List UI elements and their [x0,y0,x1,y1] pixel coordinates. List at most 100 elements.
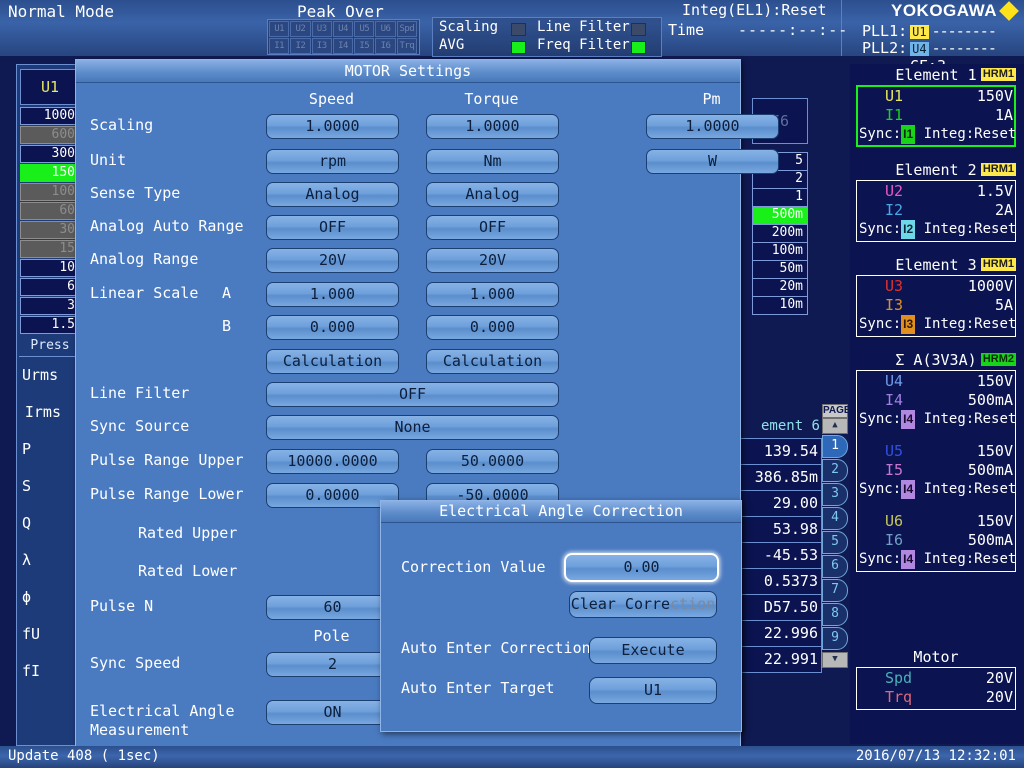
measurement-value: -45.53 [739,543,821,569]
sigma-element-4-current-value: 500mA [968,391,1013,410]
element-box-3[interactable]: Element 3HRM1U31000VI35ASync:I3 Integ:Re… [856,256,1016,337]
field-analog-auto-range-speed[interactable]: OFF [266,215,399,240]
field-b-torque[interactable]: 0.000 [426,315,559,340]
field-scaling-speed[interactable]: 1.0000 [266,114,399,139]
sigma-element-5-current-label: I5 [859,461,903,480]
field-sense-type-torque[interactable]: Analog [426,182,559,207]
peak-over-cell: U6 [375,21,395,37]
range-option-60[interactable]: 60 [20,202,80,220]
field-unit-pm[interactable]: W [646,149,779,174]
motor-summary-title: Motor [856,648,1016,667]
sigma-element-4-sync: Sync:I4 Integ:Reset [859,410,1013,429]
range-option-1.5[interactable]: 1.5 [20,316,80,334]
left-channel-label: U1 [20,69,80,105]
peak-over-cell: U5 [354,21,374,37]
range-option-15[interactable]: 15 [20,240,80,258]
execute-button[interactable]: Execute [589,637,717,664]
range-option-100[interactable]: 100 [20,183,80,201]
field-pulse-range-upper-torque[interactable]: 50.0000 [426,449,559,474]
field-analog-range-speed[interactable]: 20V [266,248,399,273]
mid-range-option-1[interactable]: 1 [753,189,807,207]
element-1-current: I11A [859,106,1013,125]
motor-speed: Spd20V [859,669,1013,688]
range-option-150[interactable]: 150 [20,164,80,182]
field-sense-type-speed[interactable]: Analog [266,182,399,207]
element-3-sync-integ: Integ:Reset [915,316,1016,332]
harmonics-badge: HRM1 [981,163,1016,176]
left-range-column: U1 100060030015010060301510631.5 Press U… [16,64,84,746]
field-pulse-range-upper-speed[interactable]: 10000.0000 [266,449,399,474]
field-analog-auto-range-torque[interactable]: OFF [426,215,559,240]
mid-range-option-500m[interactable]: 500m [753,207,807,225]
sigma-element-4-sync-tag: I4 [901,410,915,429]
element-settings-panel: Element 1HRM1U1150VI11ASync:I1 Integ:Res… [850,64,1024,744]
page-scroll-up-icon[interactable]: ▲ [822,418,848,434]
page-tab-5[interactable]: 5 [822,531,848,554]
element-box-2[interactable]: Element 2HRM1U21.5VI22ASync:I2 Integ:Res… [856,161,1016,242]
row-sublabel-A: A [222,284,231,302]
scaling-label: Scaling [439,19,498,35]
page-tab-3[interactable]: 3 [822,483,848,506]
page-tab-strip[interactable]: PAGE ▲ 123456789 ▼ [822,404,848,668]
auto-enter-target-button[interactable]: U1 [589,677,717,704]
mid-range-option-200m[interactable]: 200m [753,225,807,243]
row-label-pulse-range-lower: Pulse Range Lower [90,485,244,503]
auto-enter-target-label: Auto Enter Target [401,679,555,697]
page-tab-8[interactable]: 8 [822,603,848,626]
pll1-source-tag: U1 [910,25,928,39]
measurement-value: 139.54 [739,439,821,465]
mid-range-option-20m[interactable]: 20m [753,279,807,297]
page-tab-2[interactable]: 2 [822,459,848,482]
page-tab-1[interactable]: 1 [822,435,848,458]
field-linear-scale-torque[interactable]: 1.000 [426,282,559,307]
field-analog-range-torque[interactable]: 20V [426,248,559,273]
sigma-element-6-sync-tag: I4 [901,550,915,569]
element-6-header: ement 6 [738,418,822,438]
sigma-group-box[interactable]: Σ A(3V3A)HRM2U4150VI4500mASync:I4 Integ:… [856,351,1016,572]
field-unit-torque[interactable]: Nm [426,149,559,174]
press-hint-label: Press [17,338,83,353]
range-option-3[interactable]: 3 [20,297,80,315]
element-2-sync: Sync:I2 Integ:Reset [859,220,1013,239]
field-sync-source[interactable]: None [266,415,559,440]
range-option-10[interactable]: 10 [20,259,80,277]
field-linear-scale-speed[interactable]: 1.000 [266,282,399,307]
motor-summary-box[interactable]: Motor Spd20VTrq20V [856,648,1016,710]
left-range-list[interactable]: 100060030015010060301510631.5 [17,107,83,334]
range-option-30[interactable]: 30 [20,221,80,239]
mid-range-list[interactable]: 521500m200m100m50m20m10m [752,152,808,315]
field-calculation-torque[interactable]: Calculation [426,349,559,374]
correction-value-label: Correction Value [401,558,546,576]
mid-range-option-10m[interactable]: 10m [753,297,807,314]
page-tab-9[interactable]: 9 [822,627,848,650]
sigma-element-4-sync-label: Sync: [859,411,901,427]
range-option-1000[interactable]: 1000 [20,107,80,125]
field-scaling-torque[interactable]: 1.0000 [426,114,559,139]
field-unit-speed[interactable]: rpm [266,149,399,174]
mid-range-option-50m[interactable]: 50m [753,261,807,279]
clear-correction-button[interactable]: Clear Correction [569,591,717,618]
sigma-group-title: Σ A(3V3A)HRM2 [856,351,1016,370]
column-header-torque: Torque [426,90,557,108]
range-option-300[interactable]: 300 [20,145,80,163]
clear-correction-label-active: Clear Corre [571,595,670,613]
mid-range-option-100m[interactable]: 100m [753,243,807,261]
field-b-speed[interactable]: 0.000 [266,315,399,340]
range-option-6[interactable]: 6 [20,278,80,296]
mode-label: Normal Mode [8,2,114,21]
field-line-filter[interactable]: OFF [266,382,559,407]
range-option-600[interactable]: 600 [20,126,80,144]
field-calculation-speed[interactable]: Calculation [266,349,399,374]
motor-torque: Trq20V [859,688,1013,707]
correction-value-field[interactable]: 0.00 [564,553,719,582]
page-scroll-down-icon[interactable]: ▼ [822,652,848,668]
element-box-1[interactable]: Element 1HRM1U1150VI11ASync:I1 Integ:Res… [856,66,1016,147]
page-tab-7[interactable]: 7 [822,579,848,602]
field-scaling-pm[interactable]: 1.0000 [646,114,779,139]
page-tabs[interactable]: 123456789 [822,435,848,650]
page-tab-6[interactable]: 6 [822,555,848,578]
pll1-dashes: -------- [932,22,996,40]
page-tab-4[interactable]: 4 [822,507,848,530]
sigma-element-5-voltage-label: U5 [859,442,903,461]
function-label-fI: fI [17,653,83,690]
